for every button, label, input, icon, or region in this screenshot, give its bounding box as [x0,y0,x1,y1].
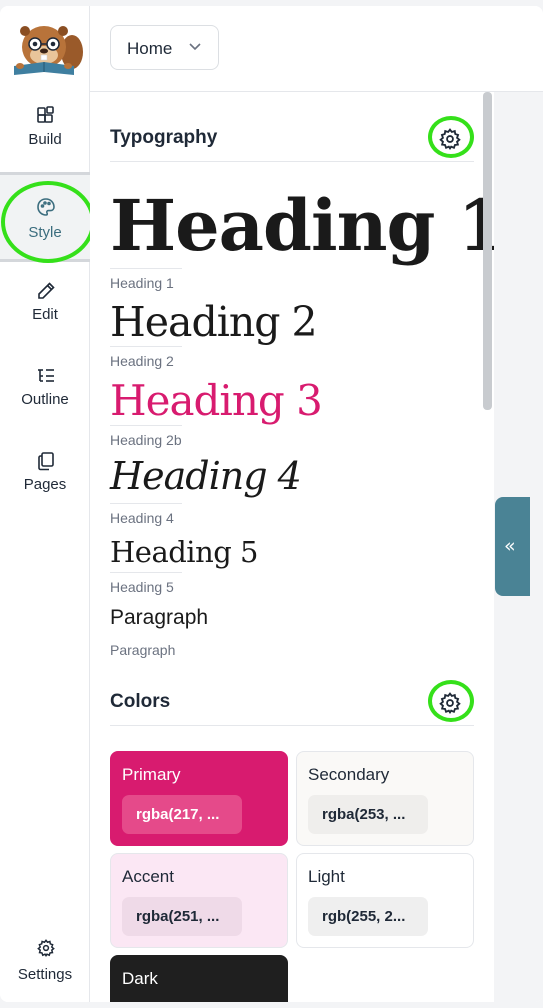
page-select-value: Home [127,39,173,58]
top-bar: Home [90,6,543,92]
double-chevron-left-icon: « [504,535,516,557]
nav-settings[interactable]: Settings [0,939,90,999]
style-panel: Typography Heading 1 Heading 1 Heading 2… [90,92,494,1002]
heading-2-caption: Heading 2 [110,353,174,369]
divider [110,346,182,347]
heading-2-sample[interactable]: Heading 2 [110,298,318,346]
heading-2b-caption: Heading 2b [110,432,182,448]
divider [110,268,182,269]
pages-icon [38,452,54,471]
heading-3-sample[interactable]: Heading 3 [110,376,323,425]
heading-5-sample[interactable]: Heading 5 [110,535,259,569]
typography-settings-gear-icon[interactable] [439,128,461,150]
panel-scrollbar[interactable] [483,92,492,410]
swatch-value-chip[interactable]: rgba(217, ... [122,795,242,834]
divider [110,572,182,573]
pencil-icon [38,282,55,299]
divider [110,503,182,504]
swatch-value-chip[interactable]: rgba(251, ... [122,897,242,936]
nav-pages[interactable]: Pages [0,451,90,531]
nav-outline[interactable]: Outline [0,366,90,446]
outline-icon [38,369,54,382]
page-select[interactable]: Home [110,25,219,70]
swatch-name: Light [308,867,345,886]
colors-header: Colors [110,676,474,726]
nav-style-label: Style [28,224,62,241]
color-swatch-accent[interactable]: Accent rgba(251, ... [110,853,288,948]
collapse-panel-button[interactable]: « [495,497,530,596]
heading-5-caption: Heading 5 [110,579,174,595]
swatch-value-chip[interactable]: rgb(255, 2... [308,897,428,936]
beaver-logo [14,26,83,75]
nav-pages-label: Pages [23,476,67,493]
color-swatch-light[interactable]: Light rgb(255, 2... [296,853,474,948]
colors-settings-gear-icon[interactable] [439,692,461,714]
divider [110,425,182,426]
swatch-name: Dark [122,969,158,988]
heading-4-sample[interactable]: Heading 4 [110,454,302,498]
swatch-name: Accent [122,867,174,886]
colors-title: Colors [110,691,171,712]
swatch-name: Primary [122,765,181,784]
nav-build-label: Build [28,131,62,148]
typography-header: Typography [110,112,474,162]
swatch-name: Secondary [308,765,390,784]
nav-settings-label: Settings [17,966,73,983]
nav-outline-label: Outline [21,391,69,408]
color-swatch-secondary[interactable]: Secondary rgba(253, ... [296,751,474,846]
heading-1-caption: Heading 1 [110,275,174,291]
paragraph-caption: Paragraph [110,642,176,658]
swatch-value-chip[interactable]: rgba(253, ... [308,795,428,834]
typography-title: Typography [110,127,218,148]
chevron-down-icon [189,43,201,51]
sidebar-rail: Build Style Edit Outline Pages Settings [0,6,95,1002]
nav-edit-label: Edit [32,306,58,323]
app-frame: Build Style Edit Outline Pages Settings … [0,6,543,1002]
color-swatch-primary[interactable]: Primary rgba(217, ... [110,751,288,846]
paragraph-sample[interactable]: Paragraph [110,606,208,630]
palette-icon [37,198,55,216]
build-icon [37,106,54,123]
gear-icon [37,939,55,957]
heading-4-caption: Heading 4 [110,510,174,526]
heading-1-sample[interactable]: Heading 1 [110,184,494,267]
nav-style[interactable]: Style [0,172,90,262]
color-swatch-dark[interactable]: Dark [110,955,288,1002]
nav-edit[interactable]: Edit [0,281,90,361]
